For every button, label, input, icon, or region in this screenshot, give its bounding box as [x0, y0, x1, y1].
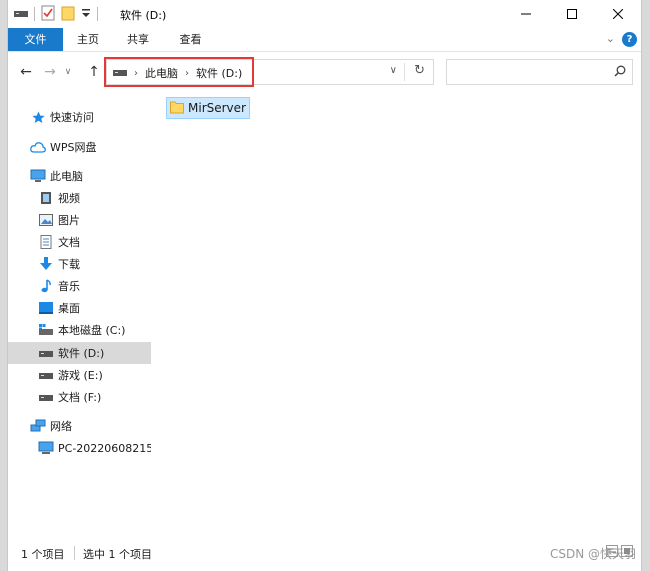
sidebar-item-label: 此电脑 [50, 170, 83, 183]
properties-icon[interactable] [41, 5, 55, 24]
sidebar-item-desktop[interactable]: 桌面 [8, 297, 151, 319]
address-dropdown-icon[interactable]: ∨ [390, 65, 397, 76]
drive-icon [38, 389, 54, 405]
maximize-button[interactable] [549, 0, 595, 28]
picture-icon [38, 212, 54, 228]
sidebar-item-label: PC-2022060821544 [58, 441, 151, 455]
watermark-text: CSDN @快天羽 [549, 547, 636, 561]
item-count: 1 个项目 [21, 548, 65, 561]
sidebar-item-network[interactable]: 网络 [8, 415, 151, 437]
desktop-icon [38, 300, 54, 316]
video-icon [38, 190, 54, 206]
sidebar-item-label: 快速访问 [50, 111, 94, 124]
address-divider [404, 63, 405, 81]
cloud-icon [30, 139, 46, 155]
sidebar-item-pc[interactable]: PC-2022060821544 [8, 437, 151, 459]
toolbar-divider [97, 7, 98, 21]
close-button[interactable] [595, 0, 641, 28]
chevron-down-icon: ∨ [64, 67, 72, 77]
search-icon[interactable] [614, 65, 626, 80]
sidebar-item-label: 文档 [58, 236, 80, 249]
download-icon [38, 256, 54, 272]
list-item[interactable]: MirServer [166, 97, 250, 119]
tab-home[interactable]: 主页 [63, 28, 113, 51]
file-list: MirServer [152, 95, 641, 550]
sidebar-item-label: 视频 [58, 192, 80, 205]
sidebar-item-label: 文档 (F:) [58, 391, 102, 404]
forward-button[interactable]: → [40, 62, 60, 82]
breadcrumb: › 此电脑 › 软件 (D:) [113, 65, 242, 81]
minimize-icon [521, 13, 531, 15]
explorer-window: 软件 (D:) 文件 主页 共享 查看 ⌄ ? ← → ∨ ↑ › 此电脑 › … [7, 0, 642, 571]
drive-c-icon [38, 322, 54, 338]
window-title: 软件 (D:) [120, 9, 167, 22]
chevron-right-icon[interactable]: › [185, 68, 189, 79]
up-button[interactable]: ↑ [84, 62, 104, 82]
maximize-icon [567, 9, 577, 19]
sidebar-item-label: WPS网盘 [50, 141, 97, 154]
status-bar: 1 个项目 选中 1 个项目 [8, 542, 641, 564]
breadcrumb-item-drive-d[interactable]: 软件 (D:) [196, 65, 242, 81]
address-bar[interactable]: › 此电脑 › 软件 (D:) ∨ ↻ [104, 57, 434, 87]
sidebar-item-label: 下载 [58, 258, 80, 271]
help-icon[interactable]: ? [622, 32, 637, 47]
status-divider [74, 546, 75, 560]
sidebar-item-documents[interactable]: 文档 [8, 231, 151, 253]
navigation-bar: ← → ∨ ↑ › 此电脑 › 软件 (D:) ∨ ↻ [8, 52, 641, 92]
search-input[interactable] [446, 59, 633, 85]
sidebar-item-drive-d[interactable]: 软件 (D:) [8, 342, 151, 364]
customize-toolbar-icon[interactable] [81, 7, 91, 22]
sidebar-item-label: 图片 [58, 214, 80, 227]
quick-access-toolbar [14, 5, 98, 23]
pc-icon [38, 440, 54, 456]
sidebar-item-drive-c[interactable]: 本地磁盘 (C:) [8, 319, 151, 341]
sidebar-item-videos[interactable]: 视频 [8, 187, 151, 209]
sidebar-item-drive-f[interactable]: 文档 (F:) [8, 386, 151, 408]
document-icon [38, 234, 54, 250]
tab-view[interactable]: 查看 [163, 28, 218, 51]
sidebar-item-drive-e[interactable]: 游戏 (E:) [8, 364, 151, 386]
recent-locations-button[interactable]: ∨ [58, 62, 78, 82]
new-folder-icon[interactable] [61, 5, 75, 24]
computer-icon [30, 168, 46, 184]
sidebar-item-quick-access[interactable]: 快速访问 [8, 106, 151, 128]
expand-ribbon-icon[interactable]: ⌄ [606, 32, 615, 45]
sidebar-item-label: 软件 (D:) [58, 347, 105, 360]
title-bar: 软件 (D:) [8, 0, 641, 28]
drive-icon [38, 367, 54, 383]
folder-icon [170, 100, 184, 117]
sidebar-item-label: 网络 [50, 420, 72, 433]
network-icon [30, 418, 46, 434]
star-icon [30, 109, 46, 125]
music-icon [38, 278, 54, 294]
file-name: MirServer [188, 101, 246, 115]
sidebar-item-label: 本地磁盘 (C:) [58, 324, 126, 337]
sidebar-item-wps-drive[interactable]: WPS网盘 [8, 136, 151, 158]
sidebar-item-this-pc[interactable]: 此电脑 [8, 165, 151, 187]
chevron-right-icon[interactable]: › [134, 68, 138, 79]
sidebar-item-downloads[interactable]: 下载 [8, 253, 151, 275]
arrow-left-icon: ← [20, 64, 32, 80]
drive-icon [38, 345, 54, 361]
sidebar-item-label: 游戏 (E:) [58, 369, 103, 382]
minimize-button[interactable] [503, 0, 549, 28]
sidebar-item-pictures[interactable]: 图片 [8, 209, 151, 231]
arrow-up-icon: ↑ [88, 64, 100, 80]
navigation-pane: 快速访问 WPS网盘 此电脑 视频 图片 文档 下载 音乐 桌面 本地磁盘 (C… [8, 95, 151, 550]
tab-share[interactable]: 共享 [113, 28, 163, 51]
ribbon-tabs: 文件 主页 共享 查看 ⌄ ? [8, 28, 641, 52]
arrow-right-icon: → [44, 64, 56, 80]
breadcrumb-item-this-pc[interactable]: 此电脑 [145, 65, 178, 81]
sidebar-item-music[interactable]: 音乐 [8, 275, 151, 297]
toolbar-divider [34, 7, 35, 21]
back-button[interactable]: ← [16, 62, 36, 82]
sidebar-item-label: 桌面 [58, 302, 80, 315]
drive-icon [113, 67, 127, 80]
drive-icon [14, 8, 28, 21]
close-icon [613, 9, 623, 19]
sidebar-item-label: 音乐 [58, 280, 80, 293]
tab-file[interactable]: 文件 [8, 28, 63, 51]
refresh-icon[interactable]: ↻ [414, 63, 425, 78]
selected-count: 选中 1 个项目 [83, 548, 152, 561]
